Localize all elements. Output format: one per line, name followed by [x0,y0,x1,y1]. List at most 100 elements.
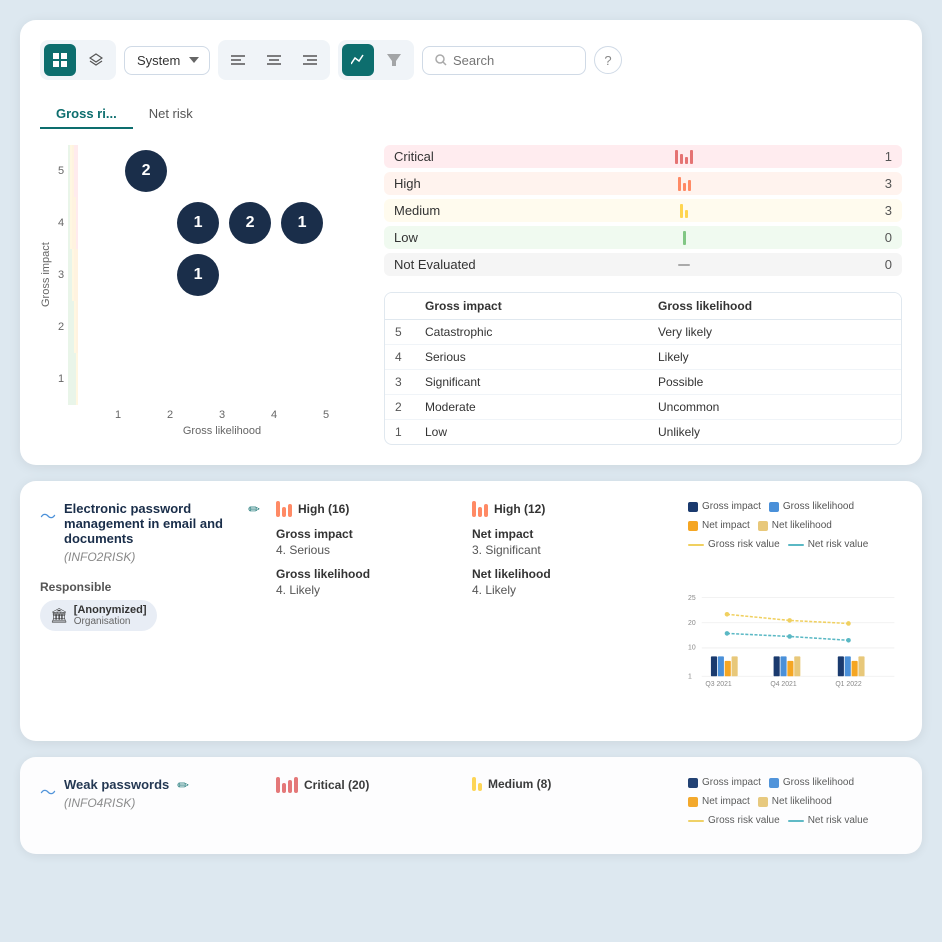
legend2-gross-risk: Gross risk value [688,815,780,826]
y-label-1: 1 [58,353,64,405]
critical-swatch [675,150,693,164]
edit-icon-2[interactable]: ✏ [177,777,189,794]
svg-text:Q4 2021: Q4 2021 [770,681,797,688]
legend-not-evaluated: Not Evaluated 0 [384,253,902,276]
svg-text:Q3 2021: Q3 2021 [705,681,732,688]
risk-chart-2-section: Gross impact Gross likelihood Net impact… [688,777,902,834]
org-icon: 🏛 [50,607,68,624]
legend-not-evaluated-count: 0 [885,257,892,272]
legend-low-label: Low [394,230,484,245]
align-center-button[interactable] [258,44,290,76]
search-icon [435,54,447,66]
critical-badge: Critical (20) [276,777,456,793]
align-right-button[interactable] [294,44,326,76]
impact-row-3: 3 Significant Possible [385,370,901,395]
y-label-5: 5 [58,145,64,197]
net-impact-label: Net impact [472,527,672,541]
chart-legend-2: Gross impact Gross likelihood Net impact… [688,777,902,826]
tab-gross-risk[interactable]: Gross ri... [40,100,133,129]
system-dropdown[interactable]: System [124,46,210,75]
risk-chart-section: Gross impact Gross likelihood Net impact… [688,501,902,721]
legend-dot-net-likelihood [758,521,768,531]
legend-line-net-risk [788,544,804,546]
cell-5-3 [76,249,78,301]
dot-net-q4 [787,634,792,639]
high-swatch [678,177,691,191]
medium-badge: Medium (8) [472,777,672,791]
legend2-net-risk: Net risk value [788,815,869,826]
svg-text:20: 20 [688,620,696,627]
bar-ni-q3 [725,661,731,676]
risk-item-info: 〜 Electronic password management in emai… [40,501,260,631]
bubble-3-4[interactable]: 1 [177,202,219,244]
align-left-button[interactable] [222,44,254,76]
risk-item-2-id: (INFO4RISK) [64,796,169,810]
toolbar: System ? [40,40,902,80]
risk-tabs: Gross ri... Net risk [40,100,902,129]
legend-line-gross-risk [688,544,704,546]
wave-icon-2: 〜 [40,779,56,803]
layer-view-button[interactable] [80,44,112,76]
align-group [218,40,330,80]
legend-gross-risk-value: Gross risk value [688,539,780,550]
svg-text:25: 25 [688,595,696,602]
not-evaluated-swatch [678,264,690,266]
risk-item-card-1: 〜 Electronic password management in emai… [20,481,922,741]
bubble-3-3[interactable]: 1 [177,254,219,296]
impact-table-header: Gross impact Gross likelihood [385,293,901,320]
risk-item-id: (INFO2RISK) [64,550,240,564]
search-box[interactable] [422,46,586,75]
edit-icon[interactable]: ✏ [248,501,260,518]
legend2-net-likelihood: Net likelihood [758,796,832,807]
net-score-section: High (12) Net impact 3. Significant Net … [472,501,672,597]
risk-item-card-2: 〜 Weak passwords (INFO4RISK) ✏ Critical … [20,757,922,854]
help-button[interactable]: ? [594,46,622,74]
matrix-cells-wrapper: 2 1 2 1 1 [68,145,78,405]
legend2-net-impact: Net impact [688,796,750,807]
risk-matrix: Gross impact 5 4 3 2 1 [40,145,352,445]
legend-medium-label: Medium [394,203,484,218]
legend-gross-likelihood: Gross likelihood [769,501,854,512]
matrix-section: Gross impact 5 4 3 2 1 [40,145,902,445]
critical-score-icon [276,777,298,793]
dot-gross-q1 [846,621,851,626]
impact-row-2: 2 Moderate Uncommon [385,395,901,420]
bubble-2-5[interactable]: 2 [125,150,167,192]
x-axis-labels: 1 2 3 4 5 [92,409,352,421]
legend2-gross-likelihood: Gross likelihood [769,777,854,788]
x-label-2: 2 [144,409,196,421]
gross-score-icon [276,501,292,517]
legend-low: Low 0 [384,226,902,249]
chart-view-button[interactable] [342,44,374,76]
bar-gi-q4 [774,656,780,676]
view-toggle-group [40,40,116,80]
y-label-3: 3 [58,249,64,301]
net-score-icon [472,501,488,517]
bubble-4-4[interactable]: 2 [229,202,271,244]
matrix-legend-section: Critical 1 High [384,145,902,445]
legend-dot-net-impact [688,521,698,531]
cell-5-5 [76,145,78,197]
legend-dot-gross-impact [688,502,698,512]
legend-medium: Medium 3 [384,199,902,222]
bar-ni-q4 [787,661,793,676]
medium-score-section: Medium (8) [472,777,672,791]
bar-gl-q1 [845,656,851,676]
main-matrix-card: System ? [20,20,922,465]
wave-icon: 〜 [40,503,56,527]
legend-net-impact: Net impact [688,520,750,531]
filter-button[interactable] [378,44,410,76]
dot-gross-q3 [725,612,730,617]
legend-low-count: 0 [885,230,892,245]
legend-high: High 3 [384,172,902,195]
search-input[interactable] [453,53,573,68]
th-gross-impact: Gross impact [425,299,658,313]
legend-gross-impact: Gross impact [688,501,761,512]
y-axis-labels: 5 4 3 2 1 [58,145,64,405]
tab-net-risk[interactable]: Net risk [133,100,209,129]
risk-item-2-info: 〜 Weak passwords (INFO4RISK) ✏ [40,777,260,826]
x-axis-label: Gross likelihood [92,425,352,437]
bubble-5-4[interactable]: 1 [281,202,323,244]
grid-view-button[interactable] [44,44,76,76]
legend-net-likelihood: Net likelihood [758,520,832,531]
